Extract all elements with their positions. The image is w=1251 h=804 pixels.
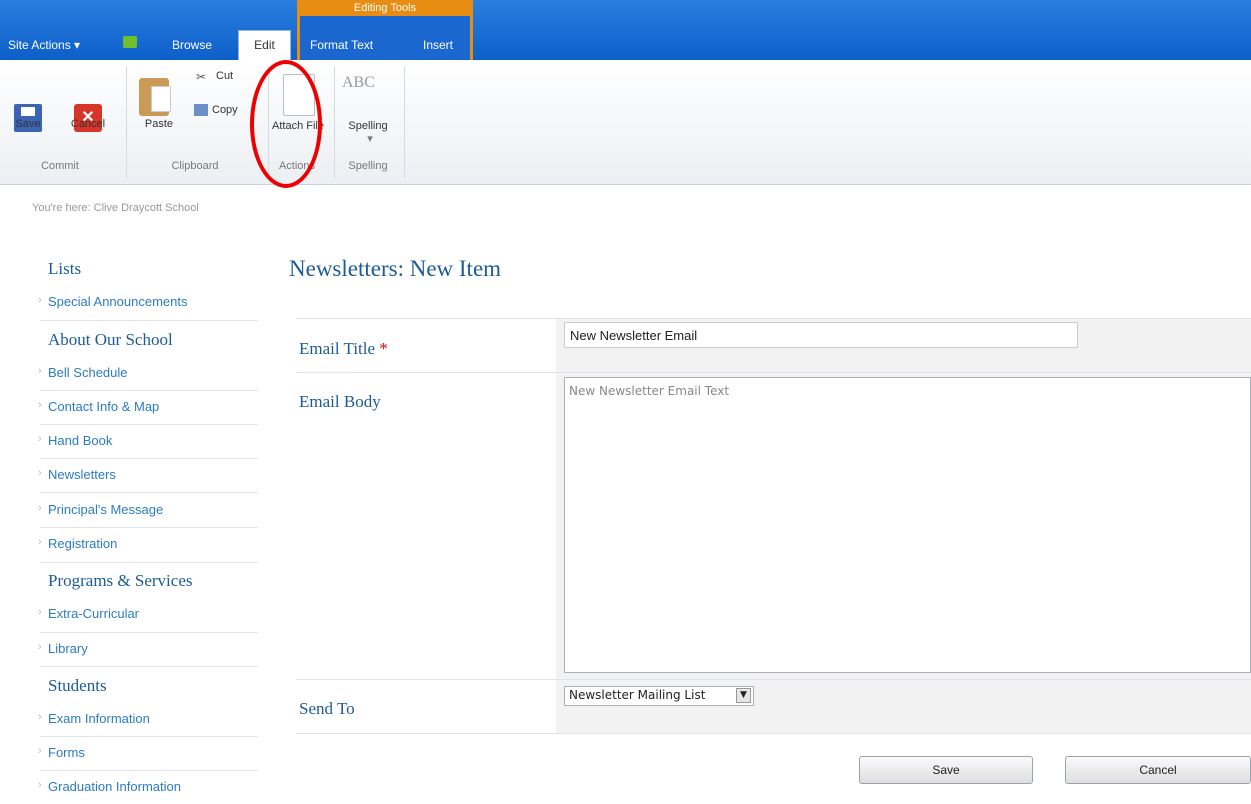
group-divider [126,66,127,178]
nav-divider [40,527,258,528]
save-button[interactable]: Save [859,756,1033,784]
nav-item-newsletters[interactable]: Newsletters [38,467,258,482]
nav-heading-programs[interactable]: Programs & Services [48,571,192,591]
nav-item-exam[interactable]: Exam Information [38,711,258,726]
editing-tools-tabs: Format Text Insert [300,16,470,60]
page-title: Newsletters: New Item [289,256,502,281]
send-to-selected-value: Newsletter Mailing List [569,688,706,702]
cut-icon[interactable]: ✂ [196,70,210,84]
tab-edit[interactable]: Edit [238,30,291,60]
send-to-label: Send To [299,699,355,718]
group-divider [404,66,405,178]
group-divider [334,66,335,178]
spelling-group-label: Spelling [348,160,388,172]
nav-item-bell-schedule[interactable]: Bell Schedule [38,365,258,380]
nav-item-handbook[interactable]: Hand Book [38,433,258,448]
copy-button[interactable]: Copy [212,104,238,117]
copy-icon[interactable] [194,104,208,116]
breadcrumb: You're here: Clive Draycott School [32,202,199,214]
nav-item-special-announcements[interactable]: Special Announcements [38,294,258,309]
ribbon-body: Save ✕ Cancel Commit Paste ✂ Cut Copy Cl… [0,60,1251,185]
nav-divider [40,320,258,321]
email-title-label: Email Title * [299,339,388,358]
tab-insert[interactable]: Insert [423,38,453,52]
nav-divider [40,666,258,667]
nav-divider [40,562,258,563]
form-divider [296,733,1251,734]
nav-item-forms[interactable]: Forms [38,745,258,760]
nav-heading-students[interactable]: Students [48,676,107,696]
dropdown-arrow-icon[interactable]: ▼ [736,688,751,703]
tab-browse[interactable]: Browse [172,38,212,52]
nav-divider [40,390,258,391]
email-title-input[interactable] [564,322,1078,348]
nav-item-graduation[interactable]: Graduation Information [38,779,258,794]
tab-format-text[interactable]: Format Text [310,38,373,52]
editing-tools-label: Editing Tools [353,2,417,14]
navigate-up-icon[interactable] [123,36,137,48]
nav-divider [40,424,258,425]
required-marker: * [379,339,388,358]
spelling-icon[interactable]: ABC [342,74,386,118]
spelling-button[interactable]: Spelling [340,120,396,133]
site-actions-menu[interactable]: Site Actions ▾ [8,38,80,52]
nav-divider [40,492,258,493]
cancel-button[interactable]: Cancel [1065,756,1251,784]
save-button[interactable]: Save [12,118,44,131]
spelling-dropdown-arrow-icon[interactable]: ▾ [365,133,375,146]
commit-group-label: Commit [41,160,79,172]
send-to-select[interactable]: Newsletter Mailing List ▼ [564,686,754,706]
nav-divider [40,770,258,771]
cancel-button[interactable]: Cancel [68,118,108,131]
highlight-circle [250,60,322,188]
nav-divider [40,736,258,737]
nav-heading-about[interactable]: About Our School [48,330,173,350]
spelling-icon-text: ABC [342,74,375,91]
paste-icon[interactable] [139,78,171,116]
nav-divider [40,458,258,459]
email-body-textarea[interactable]: New Newsletter Email Text [564,377,1251,673]
nav-item-contact[interactable]: Contact Info & Map [38,399,258,414]
nav-item-registration[interactable]: Registration [38,536,258,551]
clipboard-group-label: Clipboard [171,160,219,172]
editing-tools-tab-group: Editing Tools Format Text Insert [297,0,473,60]
nav-item-principal[interactable]: Principal's Message [38,502,258,517]
cut-button[interactable]: Cut [216,70,233,83]
nav-item-extra-curricular[interactable]: Extra-Curricular [38,606,258,621]
paste-button[interactable]: Paste [137,118,181,131]
nav-divider [40,632,258,633]
nav-heading-lists[interactable]: Lists [48,259,81,279]
nav-item-library[interactable]: Library [38,641,258,656]
email-body-label: Email Body [299,392,381,411]
